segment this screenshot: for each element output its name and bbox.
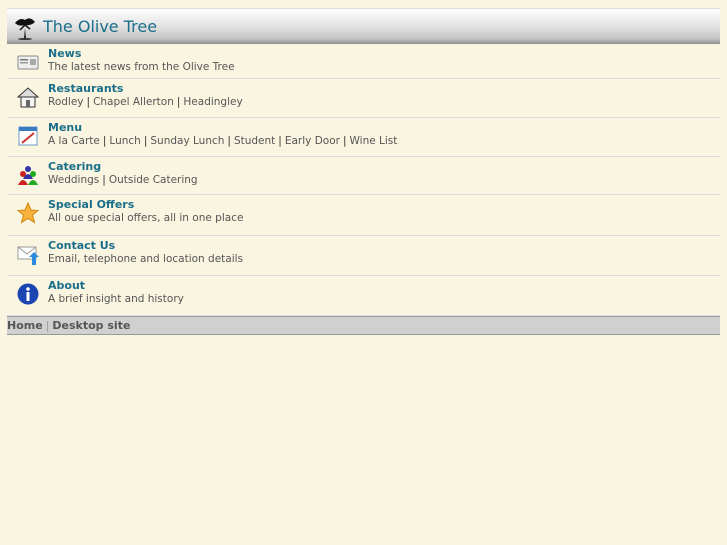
menu-item-contact-us[interactable]: Contact Us Email, telephone and location …	[7, 236, 720, 276]
site-title: The Olive Tree	[43, 17, 158, 36]
item-title-link[interactable]: Menu	[48, 121, 397, 135]
menu-icon	[18, 126, 37, 146]
footer-separator: |	[45, 319, 50, 332]
menu-item-restaurants[interactable]: Restaurants Rodley | Chapel Allerton | Headin…	[7, 79, 720, 118]
sub-link[interactable]: Wine List	[350, 135, 398, 147]
menu-list: News The latest news from the Olive Tree R…	[7, 44, 720, 316]
sub-link[interactable]: Student	[234, 135, 275, 147]
item-text: About A brief insight and history	[48, 276, 184, 315]
item-text: Special Offers All oue special offers, al…	[48, 195, 243, 235]
menu-item-menu[interactable]: Menu A la Carte | Lunch | Sunday Lunch | Studen…	[7, 118, 720, 157]
link-separator: |	[278, 135, 282, 147]
newspaper-icon	[17, 55, 38, 70]
info-icon	[17, 283, 38, 305]
sub-link[interactable]: Weddings	[48, 174, 99, 186]
footer: Home | Desktop site	[7, 316, 720, 335]
menu-item-about[interactable]: About A brief insight and history	[7, 276, 720, 316]
page: The Olive Tree News The latest news from …	[7, 8, 720, 335]
item-text: Menu A la Carte | Lunch | Sunday Lunch | Studen…	[48, 118, 397, 156]
item-desc: A la Carte | Lunch | Sunday Lunch | Student | Ea…	[48, 135, 397, 148]
item-desc: The latest news from the Olive Tree	[48, 61, 235, 74]
sub-link[interactable]: Rodley	[48, 96, 84, 108]
people-icon	[17, 166, 38, 185]
star-icon-wrap	[7, 195, 48, 235]
item-text: Restaurants Rodley | Chapel Allerton | Headin…	[48, 79, 243, 117]
footer-home-link[interactable]: Home	[7, 319, 43, 332]
item-desc: A brief insight and history	[48, 293, 184, 306]
item-desc: Rodley | Chapel Allerton | Headingley	[48, 96, 243, 109]
footer-desktop-site-link[interactable]: Desktop site	[52, 319, 130, 332]
item-text: Catering Weddings | Outside Catering	[48, 157, 198, 194]
menu-item-news[interactable]: News The latest news from the Olive Tree	[7, 44, 720, 79]
item-title-link[interactable]: Restaurants	[48, 82, 243, 96]
item-description: A brief insight and history	[48, 293, 184, 305]
item-title-link[interactable]: Catering	[48, 160, 198, 174]
item-description: The latest news from the Olive Tree	[48, 61, 235, 73]
sub-link[interactable]: A la Carte	[48, 135, 100, 147]
people-icon-wrap	[7, 157, 48, 194]
mail-icon	[17, 246, 39, 265]
header: The Olive Tree	[7, 8, 720, 44]
item-text: News The latest news from the Olive Tree	[48, 44, 235, 78]
info-icon-wrap	[7, 276, 48, 315]
item-title-link[interactable]: Contact Us	[48, 239, 243, 253]
item-title-link[interactable]: News	[48, 47, 235, 61]
link-separator: |	[86, 96, 91, 108]
item-desc: All oue special offers, all in one place	[48, 212, 243, 225]
menu-item-catering[interactable]: Catering Weddings | Outside Catering	[7, 157, 720, 195]
mail-icon-wrap	[7, 236, 48, 275]
item-description: All oue special offers, all in one place	[48, 212, 244, 224]
link-separator: |	[143, 135, 148, 147]
link-separator: |	[342, 135, 347, 147]
sub-link[interactable]: Outside Catering	[109, 174, 198, 186]
menu-icon-wrap	[7, 118, 48, 156]
link-separator: |	[176, 96, 181, 108]
sub-link[interactable]: Chapel Allerton	[93, 96, 174, 108]
item-title-link[interactable]: About	[48, 279, 184, 293]
item-description: Email, telephone and location details	[48, 253, 244, 265]
link-separator: |	[102, 174, 106, 186]
sub-link[interactable]: Lunch	[109, 135, 140, 147]
sub-link[interactable]: Headingley	[183, 96, 242, 108]
house-icon	[16, 87, 39, 108]
sub-link[interactable]: Sunday Lunch	[150, 135, 224, 147]
menu-item-special-offers[interactable]: Special Offers All oue special offers, al…	[7, 195, 720, 236]
item-title-link[interactable]: Special Offers	[48, 198, 243, 212]
sub-link[interactable]: Early Door	[285, 135, 340, 147]
house-icon-wrap	[7, 79, 48, 117]
newspaper-icon-wrap	[7, 44, 48, 78]
item-text: Contact Us Email, telephone and location …	[48, 236, 243, 275]
olive-tree-icon	[15, 17, 35, 40]
item-desc: Weddings | Outside Catering	[48, 174, 198, 187]
star-icon	[16, 201, 39, 224]
link-separator: |	[102, 135, 107, 147]
link-separator: |	[227, 135, 231, 147]
item-desc: Email, telephone and location details	[48, 253, 243, 266]
